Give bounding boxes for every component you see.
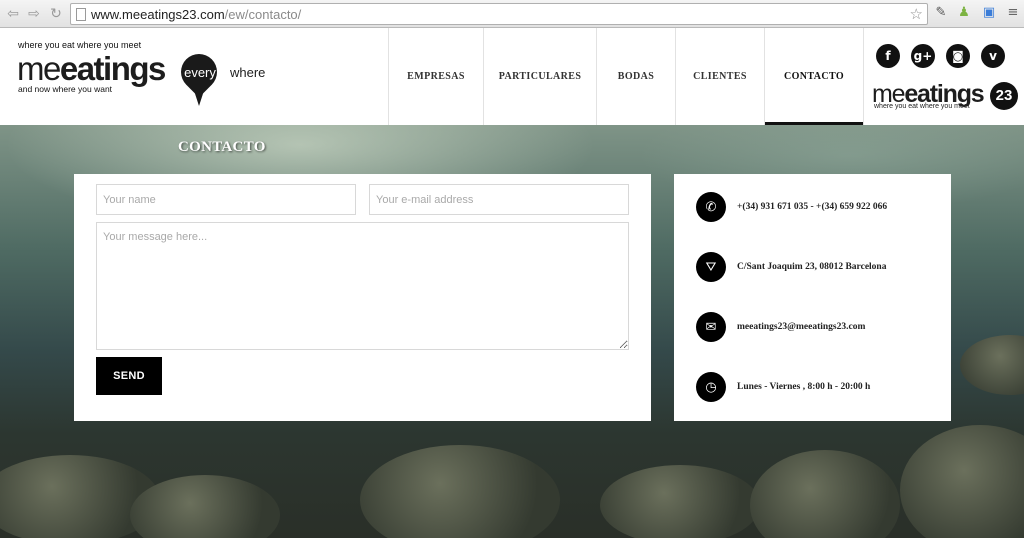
vimeo-icon[interactable]: v: [981, 44, 1005, 68]
nav-item-empresas[interactable]: EMPRESAS: [388, 28, 483, 125]
email-input[interactable]: [369, 184, 629, 215]
page-title: CONTACTO: [178, 139, 266, 155]
info-row-hours: ◷ Lunes - Viernes , 8:00 h - 20:00 h: [696, 372, 870, 402]
info-row-email: ✉ meeatings23@meeatings23.com: [696, 312, 865, 342]
logo2-number: 23: [990, 82, 1018, 110]
logo-word-bold: eatings: [59, 50, 167, 87]
phone-text: +(34) 931 671 035 - +(34) 659 922 066: [737, 202, 888, 212]
forward-arrow-icon[interactable]: ⇨: [25, 5, 43, 23]
road-icon: ⛛: [696, 252, 726, 282]
eyedropper-icon[interactable]: ✎: [932, 4, 950, 22]
email-text[interactable]: meeatings23@meeatings23.com: [737, 322, 865, 332]
background-rock: [750, 450, 900, 538]
clock-icon: ◷: [696, 372, 726, 402]
info-row-address: ⛛ C/Sant Joaquim 23, 08012 Barcelona: [696, 252, 886, 282]
info-row-phone: ✆ +(34) 931 671 035 - +(34) 659 922 066: [696, 192, 887, 222]
extension-icon[interactable]: ▣: [980, 4, 998, 22]
background-rock: [900, 425, 1024, 538]
back-arrow-icon[interactable]: ⇦: [4, 5, 22, 23]
url-path: /ew/contacto/: [224, 7, 302, 22]
name-input[interactable]: [96, 184, 356, 215]
background-rock: [600, 465, 760, 538]
site-logo[interactable]: where you eat where you meet meeatings a…: [17, 38, 277, 118]
address-bar[interactable]: www.meeatings23.com/ew/contacto/ ☆: [70, 3, 928, 25]
envelope-icon: ✉: [696, 312, 726, 342]
googleplus-icon[interactable]: g+: [911, 44, 935, 68]
secondary-logo[interactable]: meeatings 23 where you eat where you mee…: [872, 80, 1022, 120]
menu-icon[interactable]: ≡: [1004, 4, 1022, 22]
logo-wordmark: meeatings: [17, 50, 167, 88]
page-icon: [76, 8, 86, 21]
reload-icon[interactable]: ↻: [47, 5, 65, 23]
logo-after-pin: where: [230, 65, 266, 80]
contact-form-panel: SEND: [74, 174, 651, 421]
message-textarea[interactable]: [96, 222, 629, 350]
nav-item-particulares[interactable]: PARTICULARES: [483, 28, 596, 125]
site-header: where you eat where you meet meeatings a…: [0, 28, 1024, 125]
send-button[interactable]: SEND: [96, 357, 162, 395]
nav-divider: [863, 28, 864, 125]
contact-info-panel: ✆ +(34) 931 671 035 - +(34) 659 922 066 …: [674, 174, 951, 421]
logo-tagline-bottom: and now where you want: [18, 84, 113, 94]
social-links: f g+ ◙ v: [876, 44, 1005, 68]
logo-tagline-top: where you eat where you meet: [18, 40, 142, 50]
background-rock: [360, 445, 560, 538]
android-icon[interactable]: ♟: [955, 4, 973, 22]
nav-item-clientes[interactable]: CLIENTES: [675, 28, 764, 125]
nav-item-bodas[interactable]: BODAS: [596, 28, 675, 125]
facebook-icon[interactable]: f: [876, 44, 900, 68]
hours-text: Lunes - Viernes , 8:00 h - 20:00 h: [737, 382, 871, 392]
logo-pin-text: every: [184, 65, 216, 80]
phone-icon: ✆: [696, 192, 726, 222]
instagram-icon[interactable]: ◙: [946, 44, 970, 68]
bookmark-star-icon[interactable]: ☆: [910, 5, 923, 23]
logo-word-light: me: [17, 50, 61, 87]
url-text: www.meeatings23.com/ew/contacto/: [91, 7, 301, 22]
nav-item-contacto[interactable]: CONTACTO: [764, 28, 863, 125]
browser-toolbar: ⇦ ⇨ ↻ www.meeatings23.com/ew/contacto/ ☆…: [0, 0, 1024, 28]
url-host: www.meeatings23.com: [91, 7, 225, 22]
main-nav: EMPRESAS PARTICULARES BODAS CLIENTES CON…: [388, 28, 864, 125]
address-text: C/Sant Joaquim 23, 08012 Barcelona: [737, 262, 887, 272]
background-rock: [960, 335, 1024, 395]
logo2-tagline: where you eat where you meet: [874, 103, 970, 110]
